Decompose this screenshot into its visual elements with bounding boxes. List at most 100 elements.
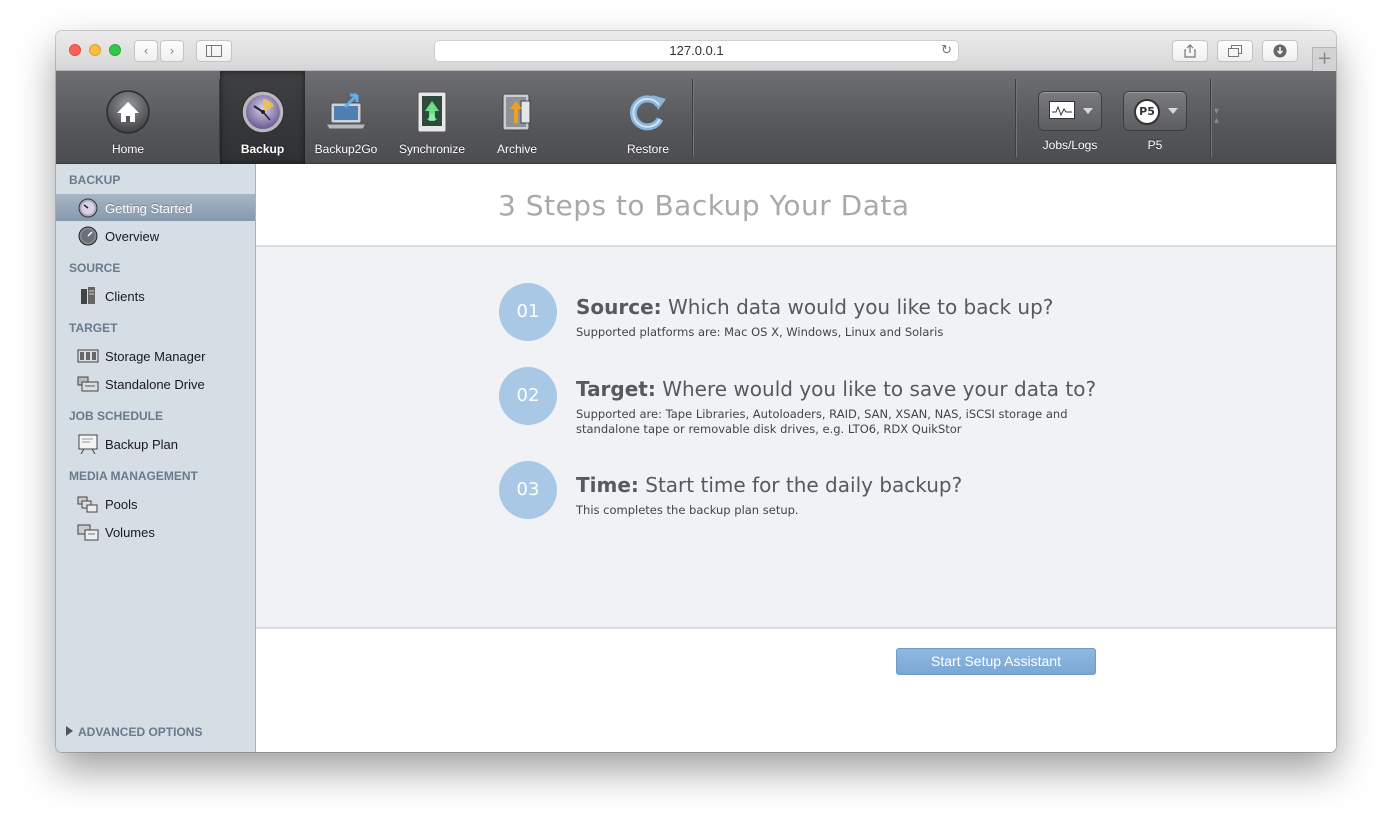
new-tab-icon: + bbox=[1316, 48, 1333, 69]
toolbar-divider bbox=[692, 79, 693, 157]
step-description: Supported platforms are: Mac OS X, Windo… bbox=[576, 325, 944, 339]
advanced-options-toggle[interactable]: ADVANCED OPTIONS bbox=[66, 725, 202, 739]
zoom-window-button[interactable] bbox=[109, 44, 121, 56]
sidebar-item-backup-plan[interactable]: Backup Plan bbox=[56, 430, 255, 457]
sidebar-item-pools[interactable]: Pools bbox=[56, 490, 255, 517]
sidebar-item-overview[interactable]: Overview bbox=[56, 222, 255, 249]
sidebar: BACKUP Getting Started Overview SOURCE C… bbox=[56, 164, 256, 752]
p5-badge-icon: P5 bbox=[1134, 99, 1160, 125]
step-question: Where would you like to save your data t… bbox=[662, 377, 1097, 401]
sidebar-item-label: Storage Manager bbox=[105, 349, 206, 364]
archive-safe-icon bbox=[502, 93, 531, 131]
step-question: Start time for the daily backup? bbox=[645, 473, 963, 497]
sidebar-item-label: Pools bbox=[105, 497, 138, 512]
sidebar-item-label: Overview bbox=[105, 229, 160, 244]
tool-backup2go-label: Backup2Go bbox=[314, 142, 378, 156]
tool-archive-label: Archive bbox=[496, 142, 537, 156]
step-heading: Time: Start time for the daily backup? bbox=[576, 473, 962, 497]
back-icon: ‹ bbox=[143, 44, 149, 58]
tape-library-icon bbox=[77, 349, 99, 363]
sidebar-item-label: Clients bbox=[105, 289, 145, 304]
toolbar-overflow-icon[interactable]: ▾ ▴ bbox=[1214, 107, 1219, 126]
step-keyword: Source: bbox=[576, 295, 662, 319]
jobs-logs-dropdown[interactable] bbox=[1038, 91, 1102, 131]
share-icon bbox=[1184, 44, 1196, 58]
p5-label: P5 bbox=[1147, 138, 1163, 152]
step-question: Which data would you like to back up? bbox=[668, 295, 1054, 319]
sidebar-item-storage-manager[interactable]: Storage Manager bbox=[56, 342, 255, 369]
app-toolbar: Home Backup Backup2Go Synchronize Archiv… bbox=[56, 71, 1336, 164]
tabs-icon bbox=[1228, 45, 1242, 57]
main-content: 3 Steps to Backup Your Data 01 Source: W… bbox=[256, 164, 1336, 752]
sidebar-item-label: Getting Started bbox=[105, 201, 193, 216]
back-button[interactable]: ‹ bbox=[134, 40, 158, 62]
tool-home-label: Home bbox=[111, 142, 144, 156]
tool-backup[interactable]: Backup bbox=[220, 71, 305, 164]
sidebar-section-media-management: MEDIA MANAGEMENT bbox=[69, 469, 198, 483]
tool-restore[interactable]: Restore bbox=[606, 71, 690, 164]
reload-icon[interactable]: ↻ bbox=[941, 41, 952, 61]
sidebar-item-label: Backup Plan bbox=[105, 437, 178, 452]
close-window-button[interactable] bbox=[69, 44, 81, 56]
tool-backup-label: Backup bbox=[240, 142, 285, 156]
chevron-down-icon bbox=[1083, 108, 1093, 114]
monitor-icon bbox=[1049, 101, 1075, 119]
jobs-logs-label: Jobs/Logs bbox=[1042, 138, 1098, 152]
restore-arrow-icon bbox=[629, 95, 666, 131]
step-description: Supported are: Tape Libraries, Autoloade… bbox=[576, 407, 1068, 436]
share-button[interactable] bbox=[1172, 40, 1208, 62]
forward-button[interactable]: › bbox=[160, 40, 184, 62]
sidebar-section-job-schedule: JOB SCHEDULE bbox=[69, 409, 164, 423]
plan-board-icon bbox=[78, 434, 98, 454]
tool-home[interactable]: Home bbox=[86, 71, 170, 164]
home-icon bbox=[106, 90, 150, 134]
disclosure-triangle-icon bbox=[66, 726, 73, 736]
step-number-badge: 03 bbox=[499, 461, 557, 519]
tool-archive[interactable]: Archive bbox=[476, 71, 558, 164]
sidebar-section-source: SOURCE bbox=[69, 261, 121, 275]
pools-icon bbox=[77, 496, 98, 513]
sidebar-item-getting-started[interactable]: Getting Started bbox=[56, 194, 255, 221]
sync-icon bbox=[417, 91, 447, 133]
step-number-badge: 02 bbox=[499, 367, 557, 425]
step-heading: Source: Which data would you like to bac… bbox=[576, 295, 1053, 319]
minimize-window-button[interactable] bbox=[89, 44, 101, 56]
downloads-button[interactable] bbox=[1262, 40, 1298, 62]
backup-clock-icon bbox=[240, 90, 285, 134]
p5-dropdown[interactable]: P5 bbox=[1123, 91, 1187, 131]
sidebar-icon bbox=[206, 45, 222, 57]
tabs-button[interactable] bbox=[1217, 40, 1253, 62]
sidebar-item-clients[interactable]: Clients bbox=[56, 282, 255, 309]
p5-badge-text: P5 bbox=[1139, 105, 1155, 118]
step-keyword: Time: bbox=[576, 473, 639, 497]
page-title: 3 Steps to Backup Your Data bbox=[498, 189, 910, 222]
tool-synchronize[interactable]: Synchronize bbox=[388, 71, 476, 164]
sidebar-item-label: Volumes bbox=[105, 525, 155, 540]
volumes-icon bbox=[77, 524, 99, 541]
tape-drive-icon bbox=[77, 376, 99, 392]
new-tab-button[interactable]: + bbox=[1312, 47, 1336, 71]
overview-clock-icon bbox=[78, 226, 98, 246]
step-description: This completes the backup plan setup. bbox=[576, 503, 799, 517]
browser-window: ‹ › 127.0.0.1 ↻ + Home Backup Backup2Go … bbox=[56, 31, 1336, 752]
step-heading: Target: Where would you like to save you… bbox=[576, 377, 1096, 401]
sidebar-item-volumes[interactable]: Volumes bbox=[56, 518, 255, 545]
sidebar-toggle-button[interactable] bbox=[196, 40, 232, 62]
tool-backup2go[interactable]: Backup2Go bbox=[306, 71, 386, 164]
tool-synchronize-label: Synchronize bbox=[398, 142, 466, 156]
forward-icon: › bbox=[169, 44, 175, 58]
sidebar-item-standalone-drive[interactable]: Standalone Drive bbox=[56, 370, 255, 397]
downloads-icon bbox=[1273, 44, 1287, 58]
sidebar-item-label: Standalone Drive bbox=[105, 377, 205, 392]
start-setup-assistant-button[interactable]: Start Setup Assistant bbox=[896, 648, 1096, 675]
sidebar-section-target: TARGET bbox=[69, 321, 118, 335]
toolbar-divider bbox=[1210, 79, 1211, 157]
url-text: 127.0.0.1 bbox=[669, 43, 724, 58]
backup-clock-icon bbox=[78, 198, 98, 218]
step-number-badge: 01 bbox=[499, 283, 557, 341]
server-icon bbox=[81, 287, 95, 304]
sidebar-section-backup: BACKUP bbox=[69, 173, 121, 187]
tool-restore-label: Restore bbox=[626, 142, 670, 156]
address-bar[interactable]: 127.0.0.1 ↻ bbox=[434, 40, 959, 62]
chevron-down-icon bbox=[1168, 108, 1178, 114]
